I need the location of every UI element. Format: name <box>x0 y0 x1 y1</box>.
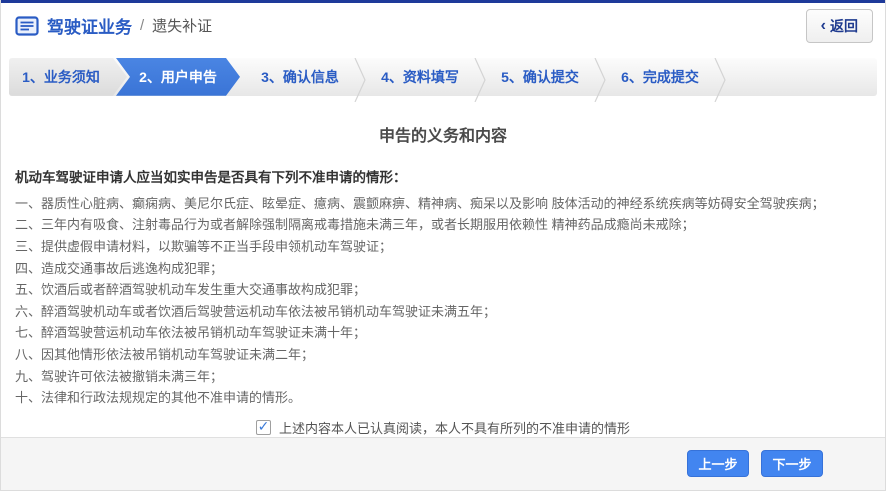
wizard-step[interactable]: 6、完成提交 <box>594 58 720 103</box>
chevron-left-icon: ‹ <box>820 16 826 34</box>
step-separator-icon <box>714 58 726 103</box>
wizard-step[interactable] <box>714 58 877 103</box>
step-separator-icon <box>354 58 366 103</box>
wizard-step-label: 6、完成提交 <box>621 68 699 85</box>
wizard-step-label: 4、资料填写 <box>381 68 459 85</box>
step-separator-icon <box>474 58 486 103</box>
confirm-checkbox-label[interactable]: 上述内容本人已认真阅读，本人不具有所列的不准申请的情形 <box>279 418 630 437</box>
wizard-step-label: 2、用户申告 <box>139 68 217 85</box>
check-icon: ✓ <box>257 418 270 435</box>
id-card-icon <box>15 16 39 36</box>
notice-item: 二、三年内有吸食、注射毒品行为或者解除强制隔离戒毒措施未满三年，或者长期服用依赖… <box>15 217 695 233</box>
step-separator-icon <box>594 58 606 103</box>
notice-item: 六、醉酒驾驶机动车或者饮酒后驾驶营运机动车依法被吊销机动车驾驶证未满五年； <box>15 303 497 319</box>
next-step-button[interactable]: 下一步 <box>761 450 823 478</box>
page: 驾驶证业务 / 遗失补证 ‹ 返回 1、业务须知 2、用户申告 3、确认信息 4… <box>0 0 886 491</box>
notice-list: 一、器质性心脏病、癫痫病、美尼尔氏症、眩晕症、癔病、震颤麻痹、精神病、痴呆以及影… <box>15 193 871 409</box>
breadcrumb-current-page: 遗失补证 <box>152 18 213 36</box>
wizard-step-label: 5、确认提交 <box>501 68 579 85</box>
wizard-step[interactable]: 5、确认提交 <box>474 58 600 103</box>
wizard-step[interactable]: 1、业务须知 <box>9 58 127 96</box>
notice-item: 九、驾驶许可依法被撤销未满三年； <box>15 368 224 384</box>
footer-action-bar: 上一步 下一步 <box>1 436 885 490</box>
main-content: 申告的义务和内容 机动车驾驶证申请人应当如实申告是否具有下列不准申请的情形： 一… <box>1 96 885 437</box>
notice-item: 十、法律和行政法规规定的其他不准申请的情形。 <box>15 390 302 406</box>
header: 驾驶证业务 / 遗失补证 ‹ 返回 <box>1 3 885 49</box>
wizard-step[interactable]: 4、资料填写 <box>354 58 480 103</box>
back-button-label: 返回 <box>830 17 858 34</box>
wizard-step-label: 3、确认信息 <box>261 68 339 85</box>
page-title: 申告的义务和内容 <box>378 127 507 145</box>
confirm-checkbox[interactable]: ✓ <box>255 418 271 435</box>
wizard-step[interactable]: 2、用户申告 <box>116 58 240 96</box>
previous-step-button[interactable]: 上一步 <box>687 450 749 478</box>
confirmation-row: ✓ 上述内容本人已认真阅读，本人不具有所列的不准申请的情形 <box>15 418 871 437</box>
back-button[interactable]: ‹ 返回 <box>805 8 873 43</box>
wizard-step-label: 1、业务须知 <box>22 68 100 85</box>
notice-item: 七、醉酒驾驶营运机动车依法被吊销机动车驾驶证未满十年； <box>15 325 367 341</box>
notice-intro: 机动车驾驶证申请人应当如实申告是否具有下列不准申请的情形： <box>15 169 407 185</box>
breadcrumb-separator: / <box>140 17 145 35</box>
step-wizard: 1、业务须知 2、用户申告 3、确认信息 4、资料填写 5、确认提交 6、完成提… <box>9 58 877 103</box>
wizard-step[interactable]: 3、确认信息 <box>240 58 360 96</box>
breadcrumb-service-title[interactable]: 驾驶证业务 <box>47 13 132 38</box>
notice-item: 四、造成交通事故后逃逸构成犯罪； <box>15 260 224 276</box>
notice-item: 一、器质性心脏病、癫痫病、美尼尔氏症、眩晕症、癔病、震颤麻痹、精神病、痴呆以及影… <box>15 195 825 211</box>
notice-item: 三、提供虚假申请材料，以欺骗等不正当手段申领机动车驾驶证； <box>15 238 393 254</box>
notice-item: 五、饮酒后或者醉酒驾驶机动车发生重大交通事故构成犯罪； <box>15 282 367 298</box>
notice-item: 八、因其他情形依法被吊销机动车驾驶证未满二年； <box>15 346 315 362</box>
